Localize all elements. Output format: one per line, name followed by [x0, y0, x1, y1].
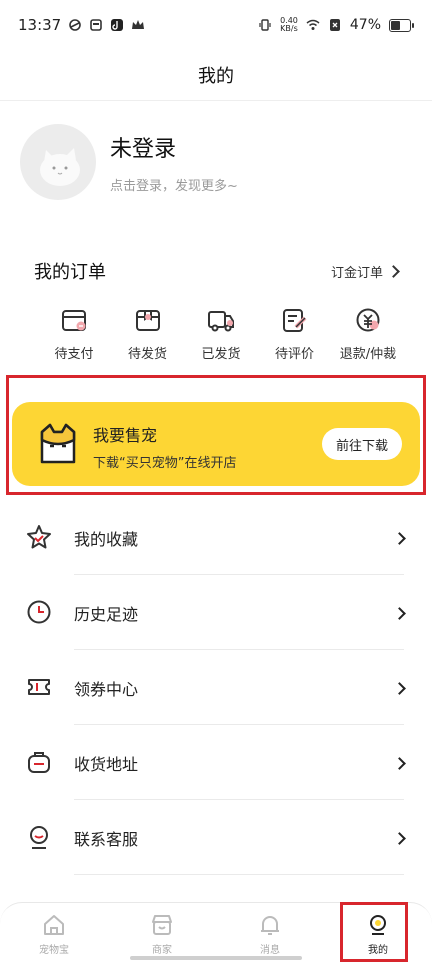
- cat-avatar-icon: [40, 148, 80, 186]
- menu-item-customer-service[interactable]: 联系客服: [0, 800, 432, 875]
- banner-title: 我要售宠: [93, 426, 158, 445]
- profile-login[interactable]: 未登录 点击登录，发现更多~: [20, 124, 238, 200]
- wifi-icon: [306, 19, 320, 30]
- menu-list: 我的收藏 历史足迹 领券中心 收货地址 联系客服: [0, 500, 432, 875]
- menu-item-coupons[interactable]: 领券中心: [0, 650, 432, 725]
- home-indicator[interactable]: [130, 956, 302, 960]
- chevron-right-icon: [393, 532, 406, 545]
- tab-home[interactable]: 宠物宝: [0, 903, 108, 965]
- shop-icon: [152, 915, 172, 935]
- battery-icon: [389, 18, 414, 32]
- order-pending-payment[interactable]: 待支付: [42, 305, 106, 362]
- refund-icon: [356, 308, 380, 332]
- vibrate-icon: [259, 19, 271, 31]
- wallet-icon: [62, 310, 86, 331]
- chevron-right-icon: [393, 607, 406, 620]
- home-icon: [44, 915, 64, 935]
- order-pending-review[interactable]: 待评价: [263, 305, 327, 362]
- network-speed: 0.40 KB/s: [280, 16, 298, 33]
- order-status-row: 待支付 待发货 已发货 待评价 退款/仲裁: [42, 305, 400, 362]
- clock-icon: [27, 600, 51, 624]
- chevron-right-icon: [393, 757, 406, 770]
- avatar[interactable]: [20, 124, 96, 200]
- crown-icon: [132, 20, 145, 29]
- menu-item-address[interactable]: 收货地址: [0, 725, 432, 800]
- order-shipped[interactable]: 已发货: [189, 305, 253, 362]
- coupon-icon: [28, 679, 50, 695]
- status-bar: 13:37 0.40 KB/s 47%: [0, 0, 432, 50]
- box-icon: [135, 310, 160, 331]
- status-time: 13:37: [18, 16, 62, 34]
- orders-title: 我的订单: [34, 262, 106, 283]
- tab-highlight-box: [340, 902, 408, 962]
- cat-logo-icon: [40, 423, 76, 464]
- banner-subtitle: 下载“买只宠物”在线开店: [93, 456, 237, 471]
- login-title[interactable]: 未登录: [110, 131, 238, 163]
- service-icon: [30, 826, 48, 849]
- chevron-right-icon: [393, 682, 406, 695]
- tiktok-icon: [111, 19, 124, 31]
- deposit-orders-link[interactable]: 订金订单: [331, 262, 400, 281]
- download-button[interactable]: 前往下载: [322, 428, 402, 460]
- chevron-right-icon: [393, 832, 406, 845]
- battery-percent: 47%: [349, 17, 381, 33]
- divider: [74, 874, 404, 875]
- login-subtitle: 点击登录，发现更多~: [110, 178, 238, 194]
- sync-icon: [69, 19, 82, 31]
- chevron-right-icon: [387, 264, 400, 278]
- page-title: 我的: [0, 50, 432, 101]
- review-icon: [282, 309, 306, 332]
- order-pending-shipment[interactable]: 待发货: [116, 305, 180, 362]
- menu-item-favorites[interactable]: 我的收藏: [0, 500, 432, 575]
- truck-icon: [208, 311, 234, 332]
- star-icon: [27, 525, 51, 549]
- sell-pet-banner[interactable]: 我要售宠 下载“买只宠物”在线开店 前往下载: [12, 402, 420, 486]
- orders-header: 我的订单 订金订单: [34, 258, 400, 284]
- address-icon: [28, 752, 50, 773]
- order-refund[interactable]: 退款/仲裁: [336, 305, 400, 362]
- menu-item-history[interactable]: 历史足迹: [0, 575, 432, 650]
- app-icon: [90, 19, 103, 31]
- no-sim-icon: [329, 19, 340, 31]
- bell-icon: [261, 916, 279, 935]
